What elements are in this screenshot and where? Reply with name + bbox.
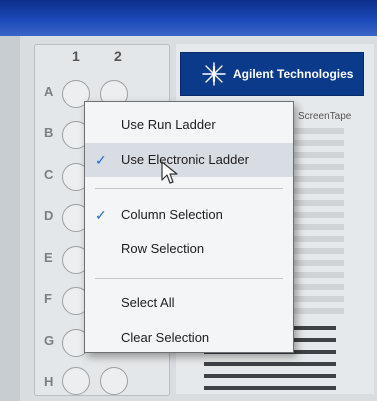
row-header-c: C — [44, 167, 54, 182]
window-top-strip — [0, 0, 377, 36]
menu-separator — [95, 278, 283, 279]
row-header-g: G — [44, 333, 55, 348]
left-edge-panel — [0, 36, 20, 401]
well-h2[interactable] — [100, 367, 128, 395]
menu-item-label: Clear Selection — [121, 330, 210, 345]
checkmark-icon: ✓ — [95, 207, 107, 223]
menu-item-label: Row Selection — [121, 241, 205, 256]
mouse-cursor-icon — [161, 161, 178, 184]
row-header-h: H — [44, 374, 54, 389]
tape-band-dark — [204, 374, 336, 378]
tape-band-dark — [204, 362, 336, 366]
checkmark-icon: ✓ — [95, 152, 107, 168]
agilent-logo-text: Agilent Technologies — [233, 67, 354, 81]
menu-item-use-run-ladder[interactable]: Use Run Ladder — [85, 108, 293, 142]
menu-item-label: Use Electronic Ladder — [121, 152, 249, 167]
menu-item-label: Select All — [121, 295, 175, 310]
row-header-a: A — [44, 84, 54, 99]
row-header-b: B — [44, 125, 54, 140]
row-header-f: F — [44, 291, 52, 306]
well-h1[interactable] — [62, 367, 90, 395]
menu-item-label: Column Selection — [121, 207, 223, 222]
menu-item-column-selection[interactable]: ✓ Column Selection — [85, 198, 293, 232]
column-header-2: 2 — [114, 48, 122, 64]
menu-item-select-all[interactable]: Select All — [85, 286, 293, 320]
agilent-logo-bar: Agilent Technologies — [180, 52, 364, 96]
menu-item-row-selection[interactable]: Row Selection — [85, 232, 293, 266]
screentape-label: ScreenTape — [298, 111, 352, 122]
context-menu: Use Run Ladder ✓ Use Electronic Ladder ✓… — [84, 101, 294, 353]
menu-item-use-electronic-ladder[interactable]: ✓ Use Electronic Ladder — [85, 143, 293, 177]
menu-separator — [95, 188, 283, 189]
agilent-spark-icon — [202, 62, 226, 86]
row-header-d: D — [44, 208, 54, 223]
menu-item-clear-selection[interactable]: Clear Selection — [85, 321, 293, 355]
menu-item-label: Use Run Ladder — [121, 117, 216, 132]
row-header-e: E — [44, 250, 53, 265]
column-header-1: 1 — [72, 48, 80, 64]
tape-band-dark — [204, 386, 336, 390]
